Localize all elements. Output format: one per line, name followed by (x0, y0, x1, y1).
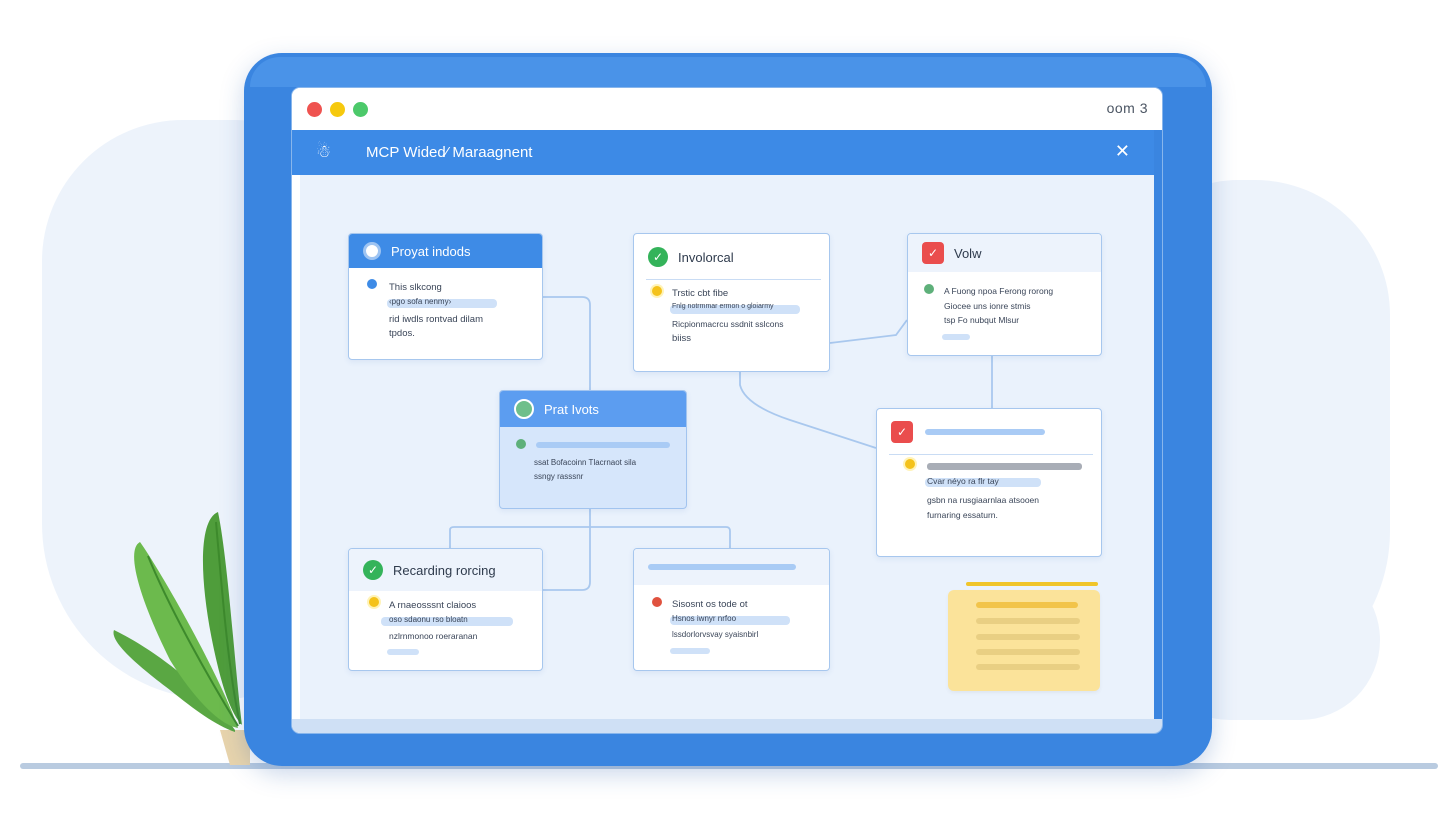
plant-illustration (113, 512, 250, 765)
bulb-icon (369, 597, 379, 607)
card-project[interactable]: Proyat indods This slkcong ‹pgo sofa nen… (348, 233, 543, 360)
card-recording-header: ✓ Recarding rorcing (349, 549, 542, 591)
window-close-dot[interactable] (307, 102, 322, 117)
sticky-note[interactable] (948, 590, 1100, 691)
card-recording-line3: nzlrnmonoo roeraranan (389, 631, 478, 641)
card-flagged-line2: gsbn na rusgiaarnlaa atsooen (927, 495, 1039, 505)
pin-icon (652, 597, 662, 607)
card-recording-line1: A rnaeosssnt claioos (389, 600, 477, 611)
card-view-line3: tsp Fo nubqut Mlsur (944, 315, 1020, 325)
card-status-line2: Hsnos iwnyr nrfoo (672, 614, 737, 623)
card-project-header: Proyat indods (349, 234, 542, 268)
card-project-title: Proyat indods (391, 243, 471, 259)
card-flagged-title-bar (925, 429, 1045, 435)
close-icon[interactable]: ✕ (1115, 141, 1130, 162)
card-view-line1: A Fuong npoa Ferong rorong (944, 286, 1054, 296)
check-icon: ✓ (363, 560, 383, 580)
card-involvement-line3: Ricpionmacrcu ssdnit sslcons (672, 319, 784, 329)
card-notes-line1: ssat Bofacoinn Tlacrnaot sila (534, 458, 637, 467)
menu-icon[interactable]: ☃ (316, 143, 331, 161)
card-flagged-line3: furnaring essaturn. (927, 510, 998, 520)
card-view[interactable]: ✓ Volw A Fuong npoa Ferong rorong Giocee… (907, 233, 1102, 356)
card-project-line4: tpdos. (389, 328, 415, 339)
sticky-note-tape (966, 582, 1098, 586)
card-status-title-bar (648, 564, 796, 570)
zoom-label: oom 3 (1106, 100, 1148, 116)
card-involvement-line4: biiss (672, 333, 692, 344)
card-notes-bar (536, 442, 670, 448)
sticky-note-line (976, 649, 1080, 655)
card-involvement[interactable]: ✓ Involorcal Trstic cbt fibe Fnlg notrmm… (633, 233, 830, 372)
card-notes-header: Prat Ivots (500, 391, 686, 427)
sticky-note-line (976, 602, 1078, 608)
alert-icon: ✓ (891, 421, 913, 443)
window-maximize-dot[interactable] (353, 102, 368, 117)
sticky-note-line (976, 634, 1080, 640)
card-view-bar (942, 334, 970, 340)
avatar-icon (514, 399, 534, 419)
card-involvement-line2: Fnlg notrmmar ermon o gloiarmy (672, 303, 774, 310)
card-recording-line2: oso sdaonu rso bloatn (389, 615, 468, 624)
board-footer (292, 719, 1162, 733)
card-notes-title: Prat Ivots (544, 401, 599, 417)
card-recording[interactable]: ✓ Recarding rorcing A rnaeosssnt claioos… (348, 548, 543, 671)
check-icon: ✓ (648, 247, 668, 267)
card-involvement-header: ✓ Involorcal (634, 234, 829, 280)
card-project-line3: rid iwdls rontvad dilam (389, 314, 483, 325)
sticky-note-line (976, 664, 1080, 670)
card-status-line3: lssdorlorvsvay syaisnbirl (672, 630, 759, 639)
card-notes[interactable]: Prat Ivots ssat Bofacoinn Tlacrnaot sila… (499, 390, 687, 509)
card-notes-line2: ssngy rasssnr (534, 472, 584, 481)
window-titlebar: oom 3 (292, 88, 1162, 130)
card-flagged-bar (927, 463, 1082, 470)
card-view-title: Volw (954, 245, 982, 261)
app-header: ☃ MCP Wided⁄ Maraagnent ✕ (292, 130, 1154, 175)
card-flagged-header: ✓ (877, 409, 1101, 455)
card-status-header (634, 549, 829, 585)
card-project-line2: ‹pgo sofa nenmy› (389, 297, 452, 306)
bulb-icon (652, 286, 662, 296)
card-status-line1: Sisosnt os tode ot (672, 599, 748, 610)
frame-edge (1154, 130, 1162, 733)
card-involvement-title: Involorcal (678, 249, 734, 265)
sticky-note-line (976, 618, 1080, 624)
card-flagged-line1: Cvar néyo ra flr tay (927, 476, 999, 486)
card-involvement-line1: Trstic cbt fibe (672, 288, 729, 299)
circle-icon (363, 242, 381, 260)
card-recording-bar (387, 649, 419, 655)
card-status[interactable]: Sisosnt os tode ot Hsnos iwnyr nrfoo lss… (633, 548, 830, 671)
card-view-header: ✓ Volw (908, 234, 1101, 272)
bulb-icon (905, 459, 915, 469)
window-minimize-dot[interactable] (330, 102, 345, 117)
card-view-line2: Giocee uns ionre stmis (944, 301, 1031, 311)
card-project-line1: This slkcong (389, 282, 442, 293)
card-involvement-divider (646, 278, 821, 280)
card-flagged-divider (889, 453, 1093, 455)
app-title: MCP Wided⁄ Maraagnent (366, 144, 533, 161)
person-icon (924, 284, 934, 294)
person-small-icon (516, 439, 526, 449)
card-status-bar (670, 648, 710, 654)
info-icon (367, 279, 377, 289)
card-recording-title: Recarding rorcing (393, 562, 496, 578)
flag-icon: ✓ (922, 242, 944, 264)
card-flagged[interactable]: ✓ Cvar néyo ra flr tay gsbn na rusgiaarn… (876, 408, 1102, 557)
